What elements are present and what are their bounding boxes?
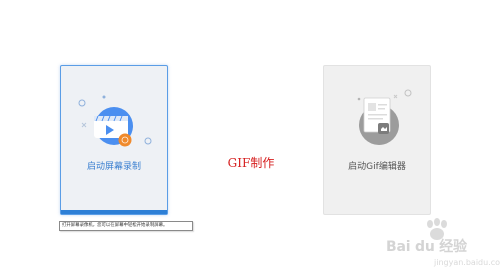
selection-bar xyxy=(61,210,167,214)
watermark-url: jingyan.baidu.com xyxy=(434,258,500,267)
watermark-brand: Bai du 经验 xyxy=(386,239,467,255)
caption: GIF制作 xyxy=(227,156,275,170)
image-document-icon xyxy=(357,89,412,145)
video-camera-icon xyxy=(78,95,152,147)
start-gif-editor-card[interactable]: 启动Gif编辑器 xyxy=(323,65,431,215)
tooltip: 打开屏幕录像机，您可以在屏幕中轻松开始录制屏幕。 xyxy=(59,221,193,231)
start-gif-editor-label: 启动Gif编辑器 xyxy=(348,162,406,172)
watermark: Bai du 经验 jingyan.baidu.com xyxy=(386,216,500,269)
start-screen-recording-label: 启动屏幕录制 xyxy=(86,162,141,172)
start-screen-recording-card[interactable]: 启动屏幕录制 xyxy=(60,65,168,215)
